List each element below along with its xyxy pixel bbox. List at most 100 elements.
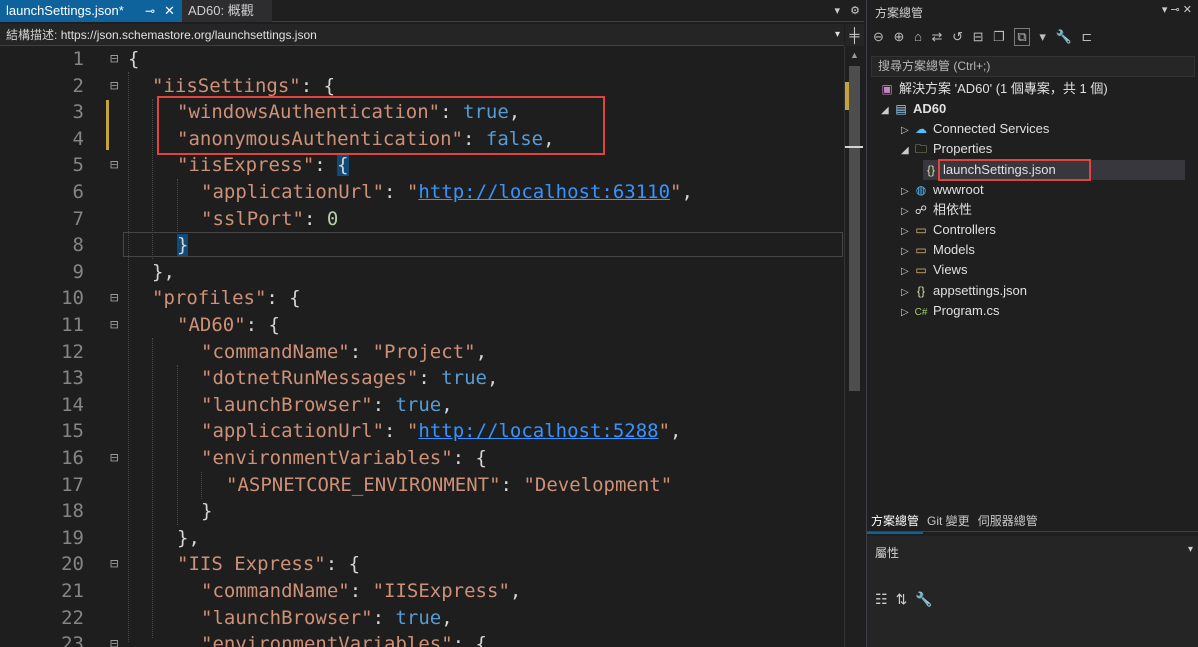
collapsed-arrow-icon[interactable]: ▷ xyxy=(901,222,913,242)
code-editor[interactable]: launchSettings.json* ⊸ ✕ AD60: 概觀 ▾ ⚙ 結構… xyxy=(0,0,864,647)
code-line: "launchBrowser": true, xyxy=(201,393,453,416)
tree-item-solution[interactable]: ▣ 解決方案 'AD60' (1 個專案，共 1 個) xyxy=(879,79,1108,99)
sort-alpha-icon[interactable]: ⇅ xyxy=(896,591,908,607)
solution-search-input[interactable]: 搜尋方案總管 (Ctrl+;) xyxy=(871,56,1195,77)
tree-item-wwwroot[interactable]: ▷ ◍ wwwroot xyxy=(901,180,984,200)
collapsed-arrow-icon[interactable]: ▷ xyxy=(901,242,913,262)
forward-icon[interactable]: ⊕ xyxy=(894,29,905,45)
tab-ad60-overview[interactable]: AD60: 概觀 xyxy=(182,0,272,22)
code-line: "iisExpress": { xyxy=(177,154,349,177)
tree-label: 相依性 xyxy=(933,202,973,217)
tree-label: Properties xyxy=(933,141,993,156)
folder-icon: ▭ xyxy=(915,263,927,277)
history-icon[interactable]: ↺ xyxy=(952,29,963,45)
collapsed-arrow-icon[interactable]: ▷ xyxy=(901,303,913,323)
tree-item-dependencies[interactable]: ▷ ☍ 相依性 xyxy=(901,200,972,220)
back-icon[interactable]: ⊖ xyxy=(873,29,884,45)
tab-list-chevron-icon[interactable]: ▾ xyxy=(835,5,841,17)
url-link[interactable]: http://localhost:5288 xyxy=(418,420,658,442)
gear-icon[interactable]: ⚙ xyxy=(850,5,860,17)
tree-item-views[interactable]: ▷ ▭ Views xyxy=(901,260,967,280)
connected-services-icon: ☁ xyxy=(915,122,927,136)
code-line: "AD60": { xyxy=(177,314,280,336)
switch-view-icon[interactable]: ⇄ xyxy=(932,29,943,45)
pin-icon[interactable]: ⊸ xyxy=(145,0,155,22)
chevron-down-icon[interactable]: ▾ xyxy=(1162,4,1168,16)
tab-git-changes[interactable]: Git 變更 xyxy=(923,510,974,532)
tree-item-program[interactable]: ▷ C# Program.cs xyxy=(901,301,999,321)
tab-server-explorer[interactable]: 伺服器總管 xyxy=(974,510,1042,532)
close-icon[interactable]: ✕ xyxy=(164,0,175,22)
code-area[interactable]: 1 ⊟{ 2 ⊟ "iisSettings": { 3 "windowsAuthenti… xyxy=(0,46,844,647)
fold-icon[interactable]: ⊟ xyxy=(110,551,124,578)
json-file-icon: {} xyxy=(916,284,925,298)
code-line: "commandName": "IISExpress", xyxy=(201,580,522,602)
fold-icon[interactable]: ⊟ xyxy=(110,73,124,100)
scrollbar-thumb[interactable] xyxy=(849,66,860,391)
highlight-box xyxy=(157,96,605,155)
code-line: }, xyxy=(152,260,175,283)
close-icon[interactable]: ✕ xyxy=(1183,4,1192,16)
code-line: }, xyxy=(177,526,200,549)
tab-launchsettings[interactable]: launchSettings.json* ⊸ ✕ xyxy=(0,0,182,22)
tree-item-project[interactable]: ◢ ▤ AD60 xyxy=(881,99,946,119)
line-number: 4 xyxy=(72,127,84,150)
schema-bar[interactable]: 結構描述: https://json.schemastore.org/launc… xyxy=(0,24,844,46)
wrench-icon[interactable]: 🔧 xyxy=(1056,29,1072,45)
expand-arrow-icon[interactable]: ◢ xyxy=(881,101,893,121)
collapsed-arrow-icon[interactable]: ▷ xyxy=(901,262,913,282)
tree-item-controllers[interactable]: ▷ ▭ Controllers xyxy=(901,220,996,240)
tree-label: AD60 xyxy=(913,101,947,116)
tree-item-appsettings[interactable]: ▷{} appsettings.json xyxy=(901,281,1027,301)
chevron-down-icon[interactable]: ▾ xyxy=(835,24,840,46)
categorized-icon[interactable]: ☷ xyxy=(875,591,888,607)
tree-label: Program.cs xyxy=(933,303,1000,318)
tree-item-properties[interactable]: ◢ 🗀 Properties xyxy=(901,139,992,159)
code-line: { xyxy=(128,48,140,70)
solution-explorer: 方案總管 ▾ ⊸ ✕ ⊖ ⊕ ⌂ ⇄ ↺ ⊟ ❐ ⧉ ▾ 🔧 ⊏ 搜尋方案總管 … xyxy=(866,0,1198,647)
code-line: "dotnetRunMessages": true, xyxy=(201,367,499,390)
code-line: "environmentVariables": { xyxy=(201,633,487,647)
copy-icon[interactable]: ❐ xyxy=(993,29,1005,45)
expand-arrow-icon[interactable]: ◢ xyxy=(901,141,913,161)
show-all-files-icon[interactable]: ⧉ xyxy=(1014,28,1030,46)
solution-icon: ▣ xyxy=(881,82,893,96)
panel-tools: ▾ ⊸ ✕ xyxy=(1162,3,1192,16)
line-number: 10 xyxy=(61,287,84,310)
url-link[interactable]: http://localhost:63110 xyxy=(418,181,670,203)
fold-icon[interactable]: ⊟ xyxy=(110,46,124,73)
fold-icon[interactable]: ⊟ xyxy=(110,631,124,647)
collapsed-arrow-icon[interactable]: ▷ xyxy=(901,121,913,141)
wrench-icon[interactable]: 🔧 xyxy=(915,591,932,607)
tree-label: Views xyxy=(933,262,968,277)
pin-icon[interactable]: ⊸ xyxy=(1171,4,1180,16)
tree-item-models[interactable]: ▷ ▭ Models xyxy=(901,240,975,260)
collapse-all-icon[interactable]: ⊟ xyxy=(973,29,984,45)
vertical-scrollbar[interactable]: ▲ xyxy=(844,46,864,647)
line-number: 19 xyxy=(61,526,84,549)
line-number: 13 xyxy=(61,367,84,390)
project-icon: ▤ xyxy=(895,102,907,116)
scroll-up-icon[interactable]: ▲ xyxy=(850,50,859,60)
fold-icon[interactable]: ⊟ xyxy=(110,445,124,472)
tree-label: 解決方案 'AD60' (1 個專案，共 1 個) xyxy=(899,81,1108,96)
home-icon[interactable]: ⌂ xyxy=(914,29,922,44)
fold-icon[interactable]: ⊟ xyxy=(110,285,124,312)
preview-icon[interactable]: ⊏ xyxy=(1081,29,1092,45)
tree-label: wwwroot xyxy=(933,182,984,197)
fold-icon[interactable]: ⊟ xyxy=(110,312,124,339)
collapsed-arrow-icon[interactable]: ▷ xyxy=(901,283,913,303)
schema-url: https://json.schemastore.org/launchsetti… xyxy=(60,28,317,42)
chevron-down-icon[interactable]: ▾ xyxy=(1039,29,1046,45)
tab-label: AD60: 概觀 xyxy=(188,3,254,18)
dependencies-icon: ☍ xyxy=(914,203,928,217)
tab-solution-explorer[interactable]: 方案總管 xyxy=(867,510,924,534)
chevron-down-icon[interactable]: ▾ xyxy=(1188,544,1193,555)
split-editor-icon[interactable]: ╪ xyxy=(845,24,864,46)
fold-icon[interactable]: ⊟ xyxy=(110,152,124,179)
properties-folder-icon: 🗀 xyxy=(914,142,927,156)
collapsed-arrow-icon[interactable]: ▷ xyxy=(901,202,913,222)
folder-icon: ▭ xyxy=(915,243,927,257)
collapsed-arrow-icon[interactable]: ▷ xyxy=(901,182,913,202)
tree-item-connected-services[interactable]: ▷ ☁ Connected Services xyxy=(901,119,1049,139)
